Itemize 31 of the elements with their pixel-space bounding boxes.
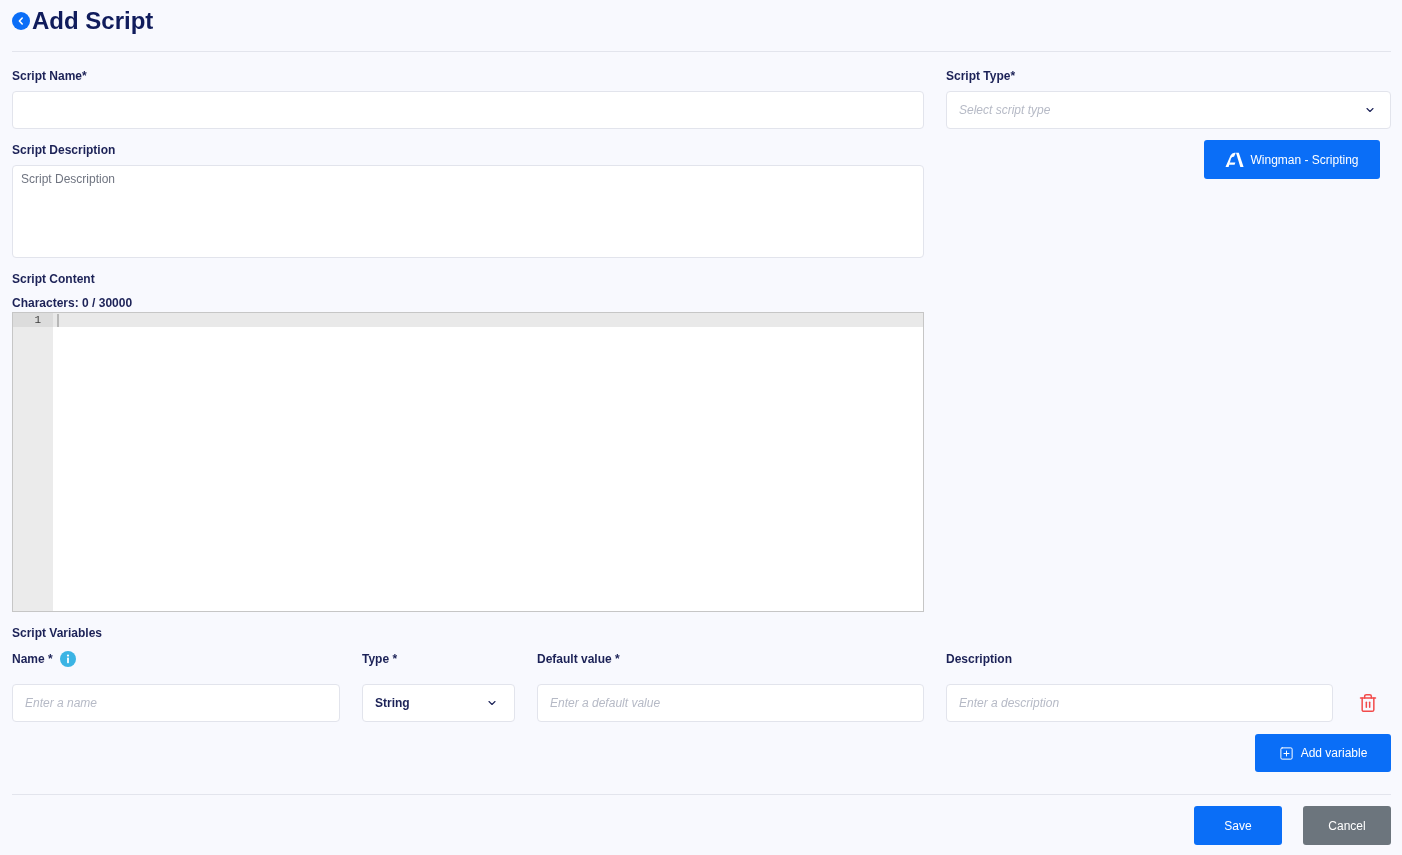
default-value-input[interactable]: Enter a default value — [537, 684, 924, 722]
page-title: Add Script — [32, 6, 154, 36]
info-icon[interactable] — [59, 651, 76, 667]
column-label: Description — [946, 651, 1013, 667]
variable-description-input[interactable]: Enter a description — [946, 684, 1333, 722]
variable-name-input[interactable]: Enter a name — [12, 684, 340, 722]
add-variable-button[interactable]: Add variable — [1255, 734, 1391, 772]
logo-icon — [1225, 152, 1245, 167]
field-label: Script Variables — [12, 625, 104, 641]
plus-square-icon — [1278, 745, 1294, 761]
field-label: Script Description — [12, 142, 117, 158]
select-placeholder: Select script type — [959, 102, 1051, 119]
code-editor[interactable]: 1 — [12, 312, 924, 612]
cancel-button[interactable]: Cancel — [1303, 806, 1391, 845]
save-button[interactable]: Save — [1194, 806, 1282, 845]
column-label: Default value * — [537, 651, 621, 667]
column-label: Type * — [362, 651, 399, 667]
field-label: Script Name* — [12, 68, 88, 84]
text-cursor-icon — [57, 313, 59, 327]
script-name-input[interactable] — [12, 91, 924, 129]
wingman-scripting-button[interactable]: Wingman - Scripting — [1204, 140, 1380, 179]
back-icon[interactable] — [12, 12, 30, 30]
field-label: Script Type* — [946, 68, 1017, 84]
line-number: 1 — [13, 313, 53, 327]
script-description-input[interactable]: Script Description — [12, 165, 924, 258]
character-counter: Characters: 0 / 30000 — [12, 295, 134, 311]
field-label: Script Content — [12, 271, 96, 287]
trash-icon[interactable] — [1358, 693, 1378, 713]
select-value: String — [375, 695, 410, 712]
variable-type-select[interactable]: String — [362, 684, 515, 722]
column-label: Name * — [12, 651, 53, 667]
